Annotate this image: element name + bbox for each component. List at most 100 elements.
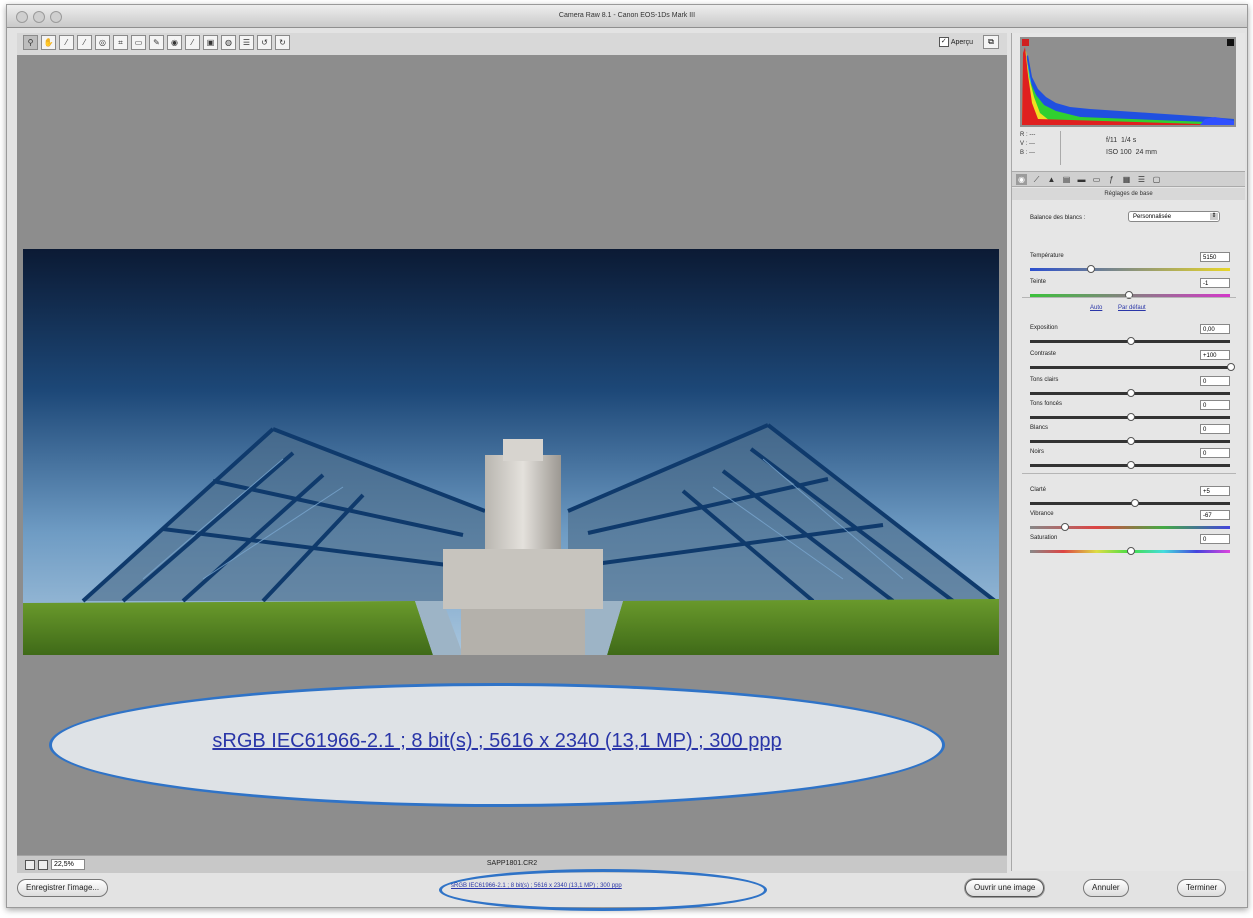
- slider-value-input[interactable]: -67: [1200, 510, 1230, 520]
- section-divider: [1022, 297, 1236, 298]
- crop-icon[interactable]: ⌗: [113, 35, 128, 50]
- rotate-right-icon[interactable]: ↻: [275, 35, 290, 50]
- slider-blancs: Blancs 0: [1030, 424, 1230, 447]
- tab-snapshots[interactable]: ▢: [1151, 174, 1162, 185]
- color-sampler-icon[interactable]: ⁄: [77, 35, 92, 50]
- zoom-icon[interactable]: ⚲: [23, 35, 38, 50]
- slider-value-input[interactable]: 0: [1200, 448, 1230, 458]
- preferences-icon[interactable]: ☰: [239, 35, 254, 50]
- slider-track[interactable]: [1030, 366, 1230, 369]
- chevron-down-icon: ⇕: [1210, 213, 1218, 220]
- slider-value-input[interactable]: -1: [1200, 278, 1230, 288]
- tab-basic[interactable]: ◉: [1016, 173, 1027, 185]
- zoom-window-button[interactable]: [50, 11, 62, 23]
- preview-canvas[interactable]: sRGB IEC61966-2.1 ; 8 bit(s) ; 5616 x 23…: [17, 55, 1007, 855]
- bottom-bar: Enregistrer l'image... sRGB IEC61966-2.1…: [7, 869, 1247, 911]
- histogram-graph: [1022, 47, 1234, 125]
- white-balance-icon[interactable]: ⁄: [59, 35, 74, 50]
- brush-icon[interactable]: ⁄: [185, 35, 200, 50]
- slider-thumb[interactable]: [1127, 337, 1135, 345]
- title-bar: Camera Raw 8.1 - Canon EOS-1Ds Mark III: [7, 5, 1247, 28]
- graduated-filter-icon[interactable]: ▣: [203, 35, 218, 50]
- slider-thumb[interactable]: [1127, 437, 1135, 445]
- slider-value-input[interactable]: 0: [1200, 424, 1230, 434]
- slider-thumb[interactable]: [1131, 499, 1139, 507]
- green-readout: V : ---: [1020, 141, 1035, 147]
- rotate-left-icon[interactable]: ↺: [257, 35, 272, 50]
- slider-value-input[interactable]: 5150: [1200, 252, 1230, 262]
- spot-removal-icon[interactable]: ✎: [149, 35, 164, 50]
- slider-thumb[interactable]: [1127, 389, 1135, 397]
- tool-bar: ⚲ ✋ ⁄ ⁄ ◎ ⌗ ▭ ✎ ◉ ⁄ ▣ ◍ ☰ ↺ ↻ ✓ Aperçu ⧉: [17, 33, 1007, 55]
- tab-presets[interactable]: ☰: [1136, 174, 1147, 185]
- tab-split-toning[interactable]: ▬: [1076, 174, 1087, 185]
- tool-group: ⚲ ✋ ⁄ ⁄ ◎ ⌗ ▭ ✎ ◉ ⁄ ▣ ◍ ☰ ↺ ↻: [23, 35, 290, 50]
- tab-effects[interactable]: ƒ: [1106, 174, 1117, 185]
- callout-workflow-text: sRGB IEC61966-2.1 ; 8 bit(s) ; 5616 x 23…: [212, 730, 782, 752]
- slider-value-input[interactable]: +100: [1200, 350, 1230, 360]
- pixel-readout: R : --- V : --- B : --- f/11 1/4 s ISO 1…: [1020, 131, 1236, 167]
- slider-label: Blancs: [1030, 425, 1049, 431]
- slider-tons-fonc-s: Tons foncés 0: [1030, 400, 1230, 423]
- slider-label: Saturation: [1030, 535, 1058, 541]
- slider-value-input[interactable]: 0: [1200, 534, 1230, 544]
- slider-track[interactable]: [1030, 268, 1230, 271]
- done-button[interactable]: Terminer: [1177, 879, 1227, 897]
- slider-thumb[interactable]: [1127, 413, 1135, 421]
- hand-icon[interactable]: ✋: [41, 35, 56, 50]
- straighten-icon[interactable]: ▭: [131, 35, 146, 50]
- save-image-button[interactable]: Enregistrer l'image...: [17, 879, 109, 897]
- preview-toggle[interactable]: ✓ Aperçu: [938, 37, 973, 47]
- tab-tone-curve[interactable]: ⟋: [1031, 174, 1042, 185]
- slider-label: Teinte: [1030, 279, 1047, 285]
- close-window-button[interactable]: [16, 11, 28, 23]
- preview-image: [23, 249, 999, 655]
- workflow-callout: sRGB IEC61966-2.1 ; 8 bit(s) ; 5616 x 23…: [49, 683, 945, 807]
- auto-link[interactable]: Auto: [1090, 305, 1102, 311]
- shutter-value: 1/4 s: [1121, 137, 1137, 144]
- radial-filter-icon[interactable]: ◍: [221, 35, 236, 50]
- slider-thumb[interactable]: [1087, 265, 1095, 273]
- targeted-adjustment-icon[interactable]: ◎: [95, 35, 110, 50]
- white-balance-label: Balance des blancs :: [1030, 215, 1086, 221]
- slider-thumb[interactable]: [1061, 523, 1069, 531]
- slider-label: Vibrance: [1030, 511, 1054, 517]
- tab-detail[interactable]: ▲: [1046, 174, 1057, 185]
- default-link[interactable]: Par défaut: [1118, 305, 1146, 311]
- section-divider: [1022, 473, 1236, 474]
- white-balance-select[interactable]: Personnalisée ⇕: [1128, 211, 1220, 222]
- tab-hsl[interactable]: ▤: [1061, 174, 1072, 185]
- fullscreen-icon[interactable]: ⧉: [983, 35, 999, 49]
- slider-track[interactable]: [1030, 526, 1230, 529]
- slider-label: Exposition: [1030, 325, 1058, 331]
- workflow-highlight: [439, 869, 767, 911]
- preview-checkbox[interactable]: ✓: [938, 37, 949, 47]
- slider-clart: Clarté +5: [1030, 486, 1230, 509]
- slider-value-input[interactable]: 0: [1200, 400, 1230, 410]
- highlight-clipping-icon[interactable]: [1227, 39, 1234, 46]
- slider-temp-rature: Température 5150: [1030, 252, 1230, 275]
- slider-value-input[interactable]: +5: [1200, 486, 1230, 496]
- slider-value-input[interactable]: 0,00: [1200, 324, 1230, 334]
- slider-thumb[interactable]: [1127, 547, 1135, 555]
- shadow-clipping-icon[interactable]: [1022, 39, 1029, 46]
- file-name: SAPP1801.CR2: [486, 860, 538, 867]
- cancel-button[interactable]: Annuler: [1083, 879, 1129, 897]
- white-balance-value: Personnalisée: [1133, 214, 1172, 220]
- red-eye-icon[interactable]: ◉: [167, 35, 182, 50]
- blue-readout: B : ---: [1020, 150, 1035, 156]
- slider-label: Tons foncés: [1030, 401, 1063, 407]
- slider-tons-clairs: Tons clairs 0: [1030, 376, 1230, 399]
- camera-raw-window: Camera Raw 8.1 - Canon EOS-1Ds Mark III …: [6, 4, 1248, 911]
- slider-thumb[interactable]: [1227, 363, 1235, 371]
- workflow-options-link[interactable]: sRGB IEC61966-2.1 ; 8 bit(s) ; 5616 x 23…: [451, 883, 622, 889]
- tab-lens-corrections[interactable]: ▭: [1091, 174, 1102, 185]
- slider-track[interactable]: [1030, 502, 1230, 505]
- slider-value-input[interactable]: 0: [1200, 376, 1230, 386]
- tab-camera-calibration[interactable]: ▦: [1121, 174, 1132, 185]
- slider-thumb[interactable]: [1127, 461, 1135, 469]
- slider-label: Tons clairs: [1030, 377, 1059, 383]
- open-image-button[interactable]: Ouvrir une image: [965, 879, 1045, 897]
- minimize-window-button[interactable]: [33, 11, 45, 23]
- slider-noirs: Noirs 0: [1030, 448, 1230, 471]
